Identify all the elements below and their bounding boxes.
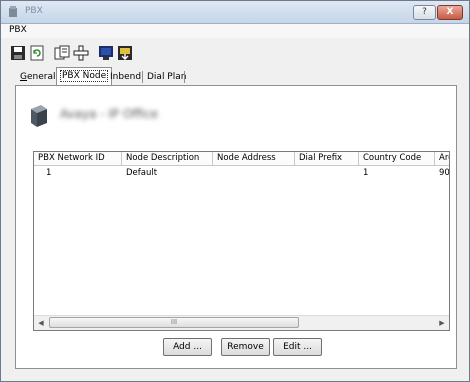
title-bar[interactable]: PBX ? X [1, 1, 469, 24]
tab-divider [184, 71, 185, 83]
table-row[interactable]: 1 Default 1 90 [34, 167, 449, 179]
tab-pbx-node[interactable]: PBX Node [56, 67, 113, 86]
tab-dial-plan[interactable]: Dial Plan [144, 69, 189, 85]
node-name: Avaya - IP Office [60, 107, 158, 121]
refresh-icon[interactable] [29, 45, 45, 61]
tab-general[interactable]: General [17, 69, 58, 85]
tab-pbx-node-label: PBX Node [60, 70, 109, 82]
close-button[interactable]: X [437, 5, 463, 20]
tab-strip: General PBX Node Inbend Dial Plan [15, 67, 455, 86]
copy-icon[interactable] [54, 45, 70, 61]
scroll-left-icon[interactable]: ◀ [34, 316, 48, 330]
column-header-node-address[interactable]: Node Address [213, 152, 295, 165]
cell-node-description: Default [126, 168, 158, 178]
tab-general-mnemonic: G [20, 72, 27, 82]
window-title: PBX [25, 6, 43, 16]
table-header: PBX Network ID Node Description Node Add… [34, 152, 449, 166]
save-icon[interactable] [10, 45, 26, 61]
column-header-dial-prefix[interactable]: Dial Prefix [295, 152, 359, 165]
tab-dial-plan-label: Dial Plan [147, 72, 187, 82]
tab-general-label: eneral [26, 72, 56, 82]
import-icon[interactable] [117, 45, 133, 61]
cell-area: 90 [439, 168, 450, 178]
column-header-pbx-network-id[interactable]: PBX Network ID [34, 152, 122, 165]
tab-inbend-label: Inbend [110, 72, 142, 82]
add-button[interactable]: Add ... [163, 338, 212, 356]
tab-divider [142, 71, 143, 83]
cell-country-code: 1 [363, 168, 369, 178]
menu-bar: PBX [1, 24, 469, 38]
horizontal-scrollbar[interactable]: ◀ III ▶ [34, 315, 449, 330]
remove-button[interactable]: Remove [221, 338, 270, 356]
pbx-node-panel: Avaya - IP Office PBX Network ID Node De… [15, 85, 457, 369]
app-icon [9, 6, 17, 17]
tab-inbend[interactable]: Inbend [107, 69, 144, 85]
menu-pbx[interactable]: PBX [9, 25, 27, 35]
add-icon[interactable] [73, 45, 89, 61]
column-header-area[interactable]: Are [435, 152, 449, 165]
column-header-country-code[interactable]: Country Code [359, 152, 435, 165]
pbx-node-table[interactable]: PBX Network ID Node Description Node Add… [33, 151, 450, 331]
cell-pbx-network-id: 1 [46, 168, 52, 178]
column-header-node-description[interactable]: Node Description [122, 152, 213, 165]
scroll-thumb[interactable]: III [49, 317, 299, 328]
scroll-right-icon[interactable]: ▶ [435, 316, 449, 330]
help-button[interactable]: ? [413, 5, 436, 20]
monitor-icon[interactable] [98, 45, 114, 61]
edit-button[interactable]: Edit ... [273, 338, 322, 356]
pbx-window: PBX ? X PBX General PBX Node Inbend Dial… [0, 0, 470, 382]
toolbar [1, 41, 469, 65]
pbx-server-icon [31, 105, 47, 127]
